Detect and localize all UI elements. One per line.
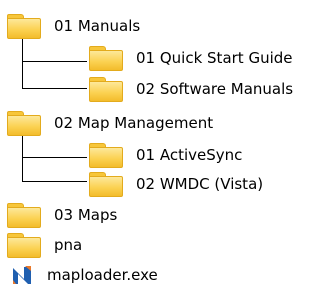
tree-item-label: 02 Map Management bbox=[54, 114, 214, 132]
tree-item-label: 01 Manuals bbox=[54, 17, 141, 35]
tree-item-label: maploader.exe bbox=[47, 266, 158, 284]
tree-connector-line bbox=[22, 88, 87, 89]
tree-item-02-software-manuals[interactable]: 02 Software Manuals bbox=[89, 73, 293, 105]
tree-item-01-manuals[interactable]: 01 Manuals bbox=[7, 10, 140, 42]
folder-icon bbox=[7, 13, 41, 39]
tree-item-01-quick-start-guide[interactable]: 01 Quick Start Guide bbox=[89, 42, 293, 74]
folder-icon bbox=[89, 142, 123, 168]
tree-item-label: 03 Maps bbox=[54, 206, 118, 224]
folder-icon bbox=[89, 45, 123, 71]
tree-connector-line bbox=[22, 136, 23, 181]
tree-item-label: pna bbox=[54, 236, 83, 254]
tree-item-01-activesync[interactable]: 01 ActiveSync bbox=[89, 139, 242, 171]
tree-item-pna[interactable]: pna bbox=[7, 229, 82, 261]
folder-icon bbox=[89, 171, 123, 197]
tree-connector-line bbox=[22, 61, 87, 62]
folder-icon bbox=[7, 202, 41, 228]
folder-icon bbox=[89, 76, 123, 102]
folder-tree: 01 Manuals 01 Quick Start Guide 02 Softw… bbox=[0, 0, 328, 297]
tree-connector-line bbox=[22, 181, 87, 182]
tree-item-03-maps[interactable]: 03 Maps bbox=[7, 199, 117, 231]
folder-icon bbox=[7, 110, 41, 136]
tree-item-label: 02 Software Manuals bbox=[136, 80, 294, 98]
tree-item-label: 02 WMDC (Vista) bbox=[136, 175, 264, 193]
tree-item-label: 01 ActiveSync bbox=[136, 146, 243, 164]
folder-icon bbox=[7, 232, 41, 258]
tree-item-02-wmdc-vista[interactable]: 02 WMDC (Vista) bbox=[89, 168, 263, 200]
tree-connector-line bbox=[22, 157, 87, 158]
maploader-app-icon bbox=[13, 266, 31, 284]
tree-item-label: 01 Quick Start Guide bbox=[136, 49, 293, 67]
tree-item-maploader-exe[interactable]: maploader.exe bbox=[7, 259, 158, 291]
tree-item-02-map-management[interactable]: 02 Map Management bbox=[7, 107, 213, 139]
